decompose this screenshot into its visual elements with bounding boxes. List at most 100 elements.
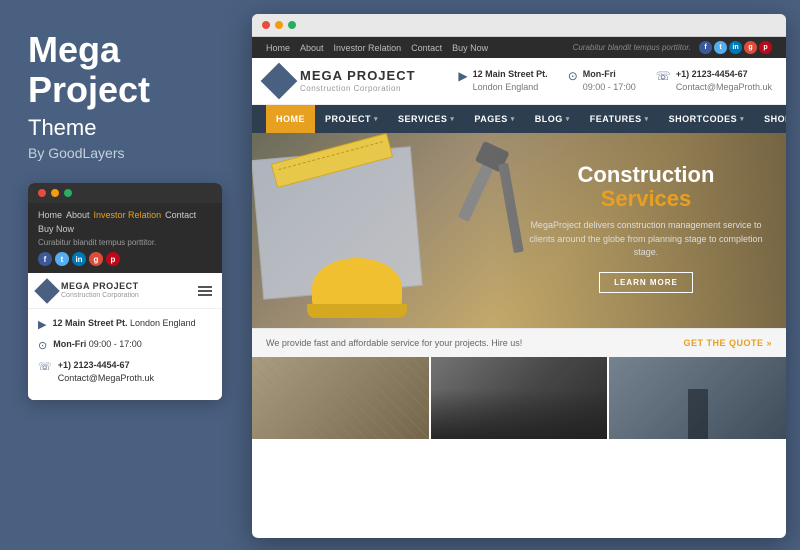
topbar-link-about[interactable]: About [300, 43, 324, 53]
topbar-link-contact[interactable]: Contact [411, 43, 442, 53]
contact-address-city: London England [473, 81, 548, 94]
mobile-phone-row: ☏ +1) 2123-4454-67 Contact@MegaProth.uk [38, 359, 212, 384]
mobile-address-label: 12 Main Street Pt. [52, 318, 127, 328]
dot-green [64, 189, 72, 197]
hero-title-line1: Construction [578, 162, 715, 187]
mobile-phone-label: +1) 2123-4454-67 [58, 360, 130, 370]
clock-icon: ⊙ [38, 339, 47, 352]
contact-address: ▶ 12 Main Street Pt. London England [458, 68, 547, 93]
social-google-icon[interactable]: g [89, 252, 103, 266]
hero-section: Construction Services MegaProject delive… [252, 133, 786, 328]
site-topbar: Home About Investor Relation Contact Buy… [252, 37, 786, 58]
hours-icon: ⊙ [568, 69, 578, 83]
mobile-hours-label: Mon-Fri [53, 339, 86, 349]
gallery-item-3 [609, 357, 786, 439]
nav-arrow-blog: ▾ [566, 115, 570, 123]
quote-bar: We provide fast and affordable service f… [252, 328, 786, 357]
hero-content: Construction Services MegaProject delive… [526, 163, 766, 293]
left-panel: MegaProject Theme By GoodLayers Home Abo… [0, 0, 248, 550]
site-logo-name: MEGA PROJECT [300, 68, 416, 84]
logo-diamond-icon [34, 278, 59, 303]
browser-dot-yellow[interactable] [275, 21, 283, 29]
phone-header-icon: ☏ [656, 69, 671, 83]
nav-services[interactable]: SERVICES ▾ [388, 105, 464, 133]
browser-chrome [252, 14, 786, 37]
social-pinterest-icon[interactable]: p [106, 252, 120, 266]
nav-features[interactable]: FEATURES ▾ [580, 105, 659, 133]
dot-yellow [51, 189, 59, 197]
browser-dot-red[interactable] [262, 21, 270, 29]
topbar-social-linkedin[interactable]: in [729, 41, 742, 54]
nav-arrow-shortcodes: ▾ [740, 115, 744, 123]
mobile-tagline: Curabitur blandit tempus porttitor. [38, 238, 212, 247]
browser-dot-green[interactable] [288, 21, 296, 29]
mobile-logo-corp: Construction Corporation [61, 292, 139, 300]
topbar-right: Curabitur blandit tempus porttitor. f t … [573, 41, 772, 54]
topbar-link-home[interactable]: Home [266, 43, 290, 53]
mobile-phone-email: Contact@MegaProth.uk [58, 373, 154, 383]
site-header: MEGA PROJECT Construction Corporation ▶ … [252, 58, 786, 105]
logo-shape-icon [261, 63, 298, 100]
mobile-nav-bar: Home About Investor Relation Contact Buy… [28, 203, 222, 273]
nav-blog[interactable]: BLOG ▾ [525, 105, 580, 133]
mobile-address-row: ▶ 12 Main Street Pt. London England [38, 317, 212, 331]
hero-title: Construction Services [526, 163, 766, 211]
social-twitter-icon[interactable]: t [55, 252, 69, 266]
nav-arrow-features: ▾ [645, 115, 649, 123]
mobile-nav-home[interactable]: Home [38, 210, 62, 220]
topbar-link-buy[interactable]: Buy Now [452, 43, 488, 53]
theme-title: MegaProject [28, 30, 220, 109]
mobile-hours-row: ⊙ Mon-Fri 09:00 - 17:00 [38, 338, 212, 352]
mobile-address-city: London England [130, 318, 196, 328]
nav-arrow-project: ▾ [374, 115, 378, 123]
browser-window: Home About Investor Relation Contact Buy… [252, 14, 786, 538]
nav-arrow-pages: ▾ [511, 115, 515, 123]
mobile-nav-contact[interactable]: Contact [165, 210, 196, 220]
mobile-nav-investor[interactable]: Investor Relation [94, 210, 162, 220]
topbar-social-google[interactable]: g [744, 41, 757, 54]
mobile-hours-detail: 09:00 - 17:00 [89, 339, 142, 349]
mobile-nav-links: Home About Investor Relation Contact Buy… [38, 210, 212, 234]
topbar-social-twitter[interactable]: t [714, 41, 727, 54]
hamburger-line [198, 294, 212, 296]
nav-arrow-services: ▾ [450, 115, 454, 123]
social-facebook-icon[interactable]: f [38, 252, 52, 266]
contact-phone-email: Contact@MegaProth.uk [676, 81, 772, 94]
topbar-social: f t in g p [699, 41, 772, 54]
social-linkedin-icon[interactable]: in [72, 252, 86, 266]
nav-items: HOME PROJECT ▾ SERVICES ▾ PAGES ▾ BLOG ▾… [266, 105, 786, 133]
nav-pages[interactable]: PAGES ▾ [464, 105, 524, 133]
mobile-nav-buy[interactable]: Buy Now [38, 224, 74, 234]
quote-cta-button[interactable]: GET THE QUOTE » [683, 338, 772, 348]
topbar-tagline: Curabitur blandit tempus porttitor. [573, 43, 691, 52]
hero-title-line2: Services [601, 186, 692, 211]
contact-hours-label: Mon-Fri [583, 69, 616, 79]
hamburger-icon[interactable] [198, 286, 212, 296]
topbar-link-investor[interactable]: Investor Relation [334, 43, 402, 53]
site-logo: MEGA PROJECT Construction Corporation [266, 68, 416, 94]
mobile-nav-about[interactable]: About [66, 210, 90, 220]
address-icon: ▶ [458, 69, 467, 83]
contact-hours: ⊙ Mon-Fri 09:00 - 17:00 [568, 68, 636, 93]
mobile-social: f t in g p [38, 252, 212, 266]
hamburger-line [198, 290, 212, 292]
nav-project[interactable]: PROJECT ▾ [315, 105, 388, 133]
location-icon: ▶ [38, 318, 46, 331]
mobile-header: MEGA PROJECT Construction Corporation [28, 273, 222, 309]
header-contact: ▶ 12 Main Street Pt. London England ⊙ Mo… [458, 68, 772, 93]
theme-author: By GoodLayers [28, 145, 220, 161]
nav-shortcodes[interactable]: SHORTCODES ▾ [659, 105, 755, 133]
site-logo-corp: Construction Corporation [300, 84, 416, 94]
gallery-item-1 [252, 357, 429, 439]
gallery-strip [252, 357, 786, 439]
topbar-social-facebook[interactable]: f [699, 41, 712, 54]
topbar-social-pinterest[interactable]: p [759, 41, 772, 54]
dot-red [38, 189, 46, 197]
theme-subtitle: Theme [28, 115, 220, 141]
nav-home[interactable]: HOME [266, 105, 315, 133]
quote-text: We provide fast and affordable service f… [266, 338, 522, 348]
contact-phone-label: +1) 2123-4454-67 [676, 69, 748, 79]
hero-cta-button[interactable]: LEARN MORE [599, 272, 693, 293]
contact-phone: ☏ +1) 2123-4454-67 Contact@MegaProth.uk [656, 68, 772, 93]
nav-shop[interactable]: SHOP ▾ [754, 105, 786, 133]
